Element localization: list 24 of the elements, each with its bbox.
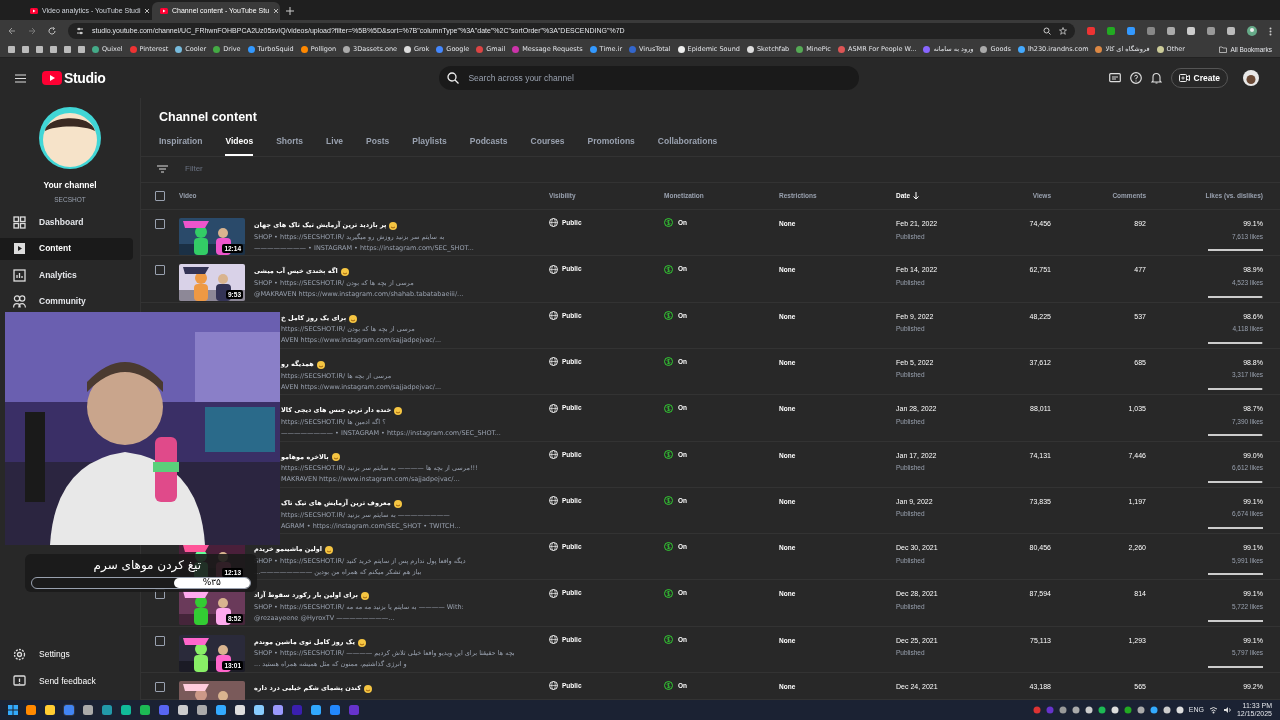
progress-label: %۳۵ <box>202 576 221 590</box>
content-tab[interactable]: Shorts <box>276 128 304 156</box>
content-tab[interactable]: Playlists <box>412 128 447 156</box>
content-tab[interactable]: Posts <box>366 128 390 156</box>
content-tab[interactable]: Collaborations <box>657 128 718 156</box>
sidebar-item[interactable]: Content <box>0 237 133 260</box>
studio-logo[interactable]: Studio <box>42 67 106 89</box>
content-tab[interactable]: Live <box>326 128 344 156</box>
search-field[interactable]: Search across your channel <box>468 71 852 85</box>
sidebar-item[interactable]: Settings <box>0 641 140 667</box>
overlay-caption: تیغ کردن موهای سرم <box>93 557 201 574</box>
content-tab[interactable]: Podcasts <box>469 128 508 156</box>
sidebar-item[interactable]: Dashboard <box>0 211 133 234</box>
content-tab[interactable]: Courses <box>530 128 565 156</box>
sidebar-item[interactable]: Analytics <box>0 264 133 287</box>
content-tab[interactable]: Videos <box>225 128 254 156</box>
page-title: Channel content <box>158 109 258 126</box>
sidebar-item[interactable]: Send feedback <box>0 668 140 694</box>
search-bar[interactable]: Search across your channel <box>439 66 860 90</box>
filter-field[interactable]: Filter <box>185 163 385 176</box>
channel-label: Your channel <box>42 179 98 192</box>
content-tab[interactable]: Promotions <box>587 128 635 156</box>
content-tab[interactable]: Inspiration <box>159 128 203 156</box>
sidebar-item[interactable]: Community <box>0 290 133 313</box>
